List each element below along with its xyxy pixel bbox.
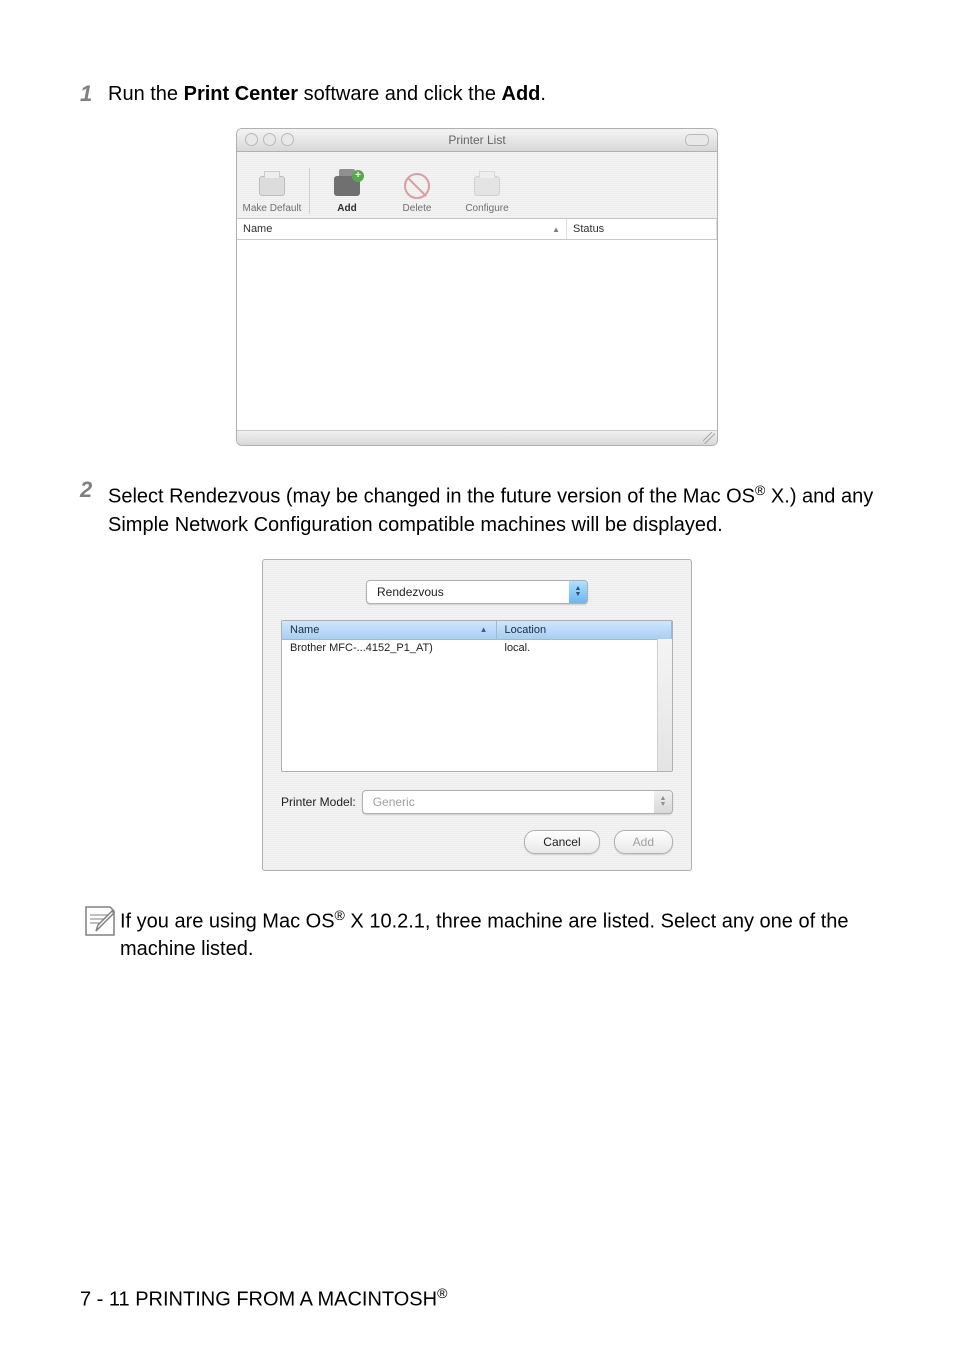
traffic-lights: [245, 133, 294, 146]
step-1-number: 1: [80, 80, 108, 108]
list-item-location: local.: [497, 640, 673, 658]
step-2-number: 2: [80, 476, 108, 539]
toolbar: Make Default Add Delete Configure: [237, 152, 717, 219]
close-icon[interactable]: [245, 133, 258, 146]
printer-model-value: Generic: [363, 795, 425, 809]
resize-grip-icon[interactable]: [703, 432, 715, 444]
configure-icon: [474, 176, 500, 196]
add-label: Add: [337, 203, 356, 214]
window-titlebar: Printer List: [237, 129, 717, 152]
screenshot-1-wrap: Printer List Make Default Add Delete: [80, 128, 874, 446]
printer-model-row: Printer Model: Generic ▲▼: [281, 790, 673, 814]
rendezvous-dialog: Rendezvous ▲▼ Name ▲ Location Brother MF…: [262, 559, 692, 871]
toolbar-toggle-icon[interactable]: [685, 134, 709, 146]
scrollbar[interactable]: [657, 639, 672, 771]
add-printer-icon: [334, 176, 360, 196]
lb-col-name-label: Name: [290, 624, 319, 636]
lb-col-name[interactable]: Name ▲: [282, 621, 497, 639]
text: software and click the: [298, 83, 501, 105]
col-status-label: Status: [573, 223, 604, 235]
sort-asc-icon: ▲: [480, 625, 488, 634]
delete-button[interactable]: Delete: [382, 172, 452, 214]
bold-text: Print Center: [184, 83, 298, 105]
col-status-header[interactable]: Status: [567, 219, 717, 239]
page-footer: 7 - 11 PRINTING FROM A MACINTOSH®: [80, 1285, 447, 1312]
text: .: [540, 83, 546, 105]
step-1: 1 Run the Print Center software and clic…: [80, 80, 874, 108]
sup: ®: [437, 1285, 447, 1301]
make-default-button[interactable]: Make Default: [237, 172, 307, 214]
text: If you are using Mac OS: [120, 910, 335, 932]
printer-list-window: Printer List Make Default Add Delete: [236, 128, 718, 446]
configure-button[interactable]: Configure: [452, 172, 522, 214]
sup: ®: [335, 907, 345, 923]
step-2-text: Select Rendezvous (may be changed in the…: [108, 476, 874, 539]
cancel-button[interactable]: Cancel: [524, 830, 599, 854]
printer-listbox: Name ▲ Location Brother MFC-...4152_P1_A…: [281, 620, 673, 772]
dialog-button-row: Cancel Add: [281, 830, 673, 854]
make-default-label: Make Default: [243, 203, 302, 214]
printer-model-label: Printer Model:: [281, 795, 356, 809]
configure-label: Configure: [465, 203, 508, 214]
note-icon: [80, 901, 120, 964]
note-text: If you are using Mac OS® X 10.2.1, three…: [120, 901, 874, 964]
lb-col-location[interactable]: Location: [497, 621, 673, 639]
bold-text: Add: [502, 83, 541, 105]
page: 1 Run the Print Center software and clic…: [0, 0, 954, 1352]
table-body: [237, 240, 717, 430]
connection-select[interactable]: Rendezvous ▲▼: [366, 580, 588, 604]
lb-col-location-label: Location: [505, 624, 547, 636]
printer-model-select[interactable]: Generic ▲▼: [362, 790, 673, 814]
list-item[interactable]: Brother MFC-...4152_P1_AT) local.: [282, 640, 672, 658]
screenshot-2-wrap: Rendezvous ▲▼ Name ▲ Location Brother MF…: [80, 559, 874, 871]
add-button[interactable]: Add: [614, 830, 673, 854]
minimize-icon[interactable]: [263, 133, 276, 146]
separator: [309, 168, 310, 214]
window-title: Printer List: [448, 133, 505, 147]
connection-select-value: Rendezvous: [367, 585, 454, 599]
col-name-header[interactable]: Name ▲: [237, 219, 567, 239]
chevron-up-down-icon: ▲▼: [569, 581, 587, 603]
text: Select Rendezvous (may be changed in the…: [108, 486, 755, 508]
text: Run the: [108, 83, 184, 105]
delete-icon: [404, 173, 430, 199]
col-name-label: Name: [243, 223, 272, 235]
window-footer: [237, 430, 717, 445]
note: If you are using Mac OS® X 10.2.1, three…: [80, 901, 874, 964]
sort-asc-icon: ▲: [552, 225, 560, 234]
footer-text: 7 - 11 PRINTING FROM A MACINTOSH: [80, 1289, 437, 1311]
step-2: 2 Select Rendezvous (may be changed in t…: [80, 476, 874, 539]
pencil-note-icon: [80, 901, 120, 941]
chevron-up-down-icon: ▲▼: [654, 791, 672, 813]
list-item-name: Brother MFC-...4152_P1_AT): [282, 640, 497, 658]
connection-select-row: Rendezvous ▲▼: [281, 580, 673, 604]
delete-label: Delete: [403, 203, 432, 214]
printer-icon: [259, 176, 285, 196]
add-button[interactable]: Add: [312, 172, 382, 214]
add-label: Add: [633, 835, 654, 849]
table-header: Name ▲ Status: [237, 219, 717, 240]
sup: ®: [755, 482, 765, 498]
zoom-icon[interactable]: [281, 133, 294, 146]
cancel-label: Cancel: [543, 835, 580, 849]
step-1-text: Run the Print Center software and click …: [108, 80, 874, 108]
listbox-header: Name ▲ Location: [282, 621, 672, 640]
